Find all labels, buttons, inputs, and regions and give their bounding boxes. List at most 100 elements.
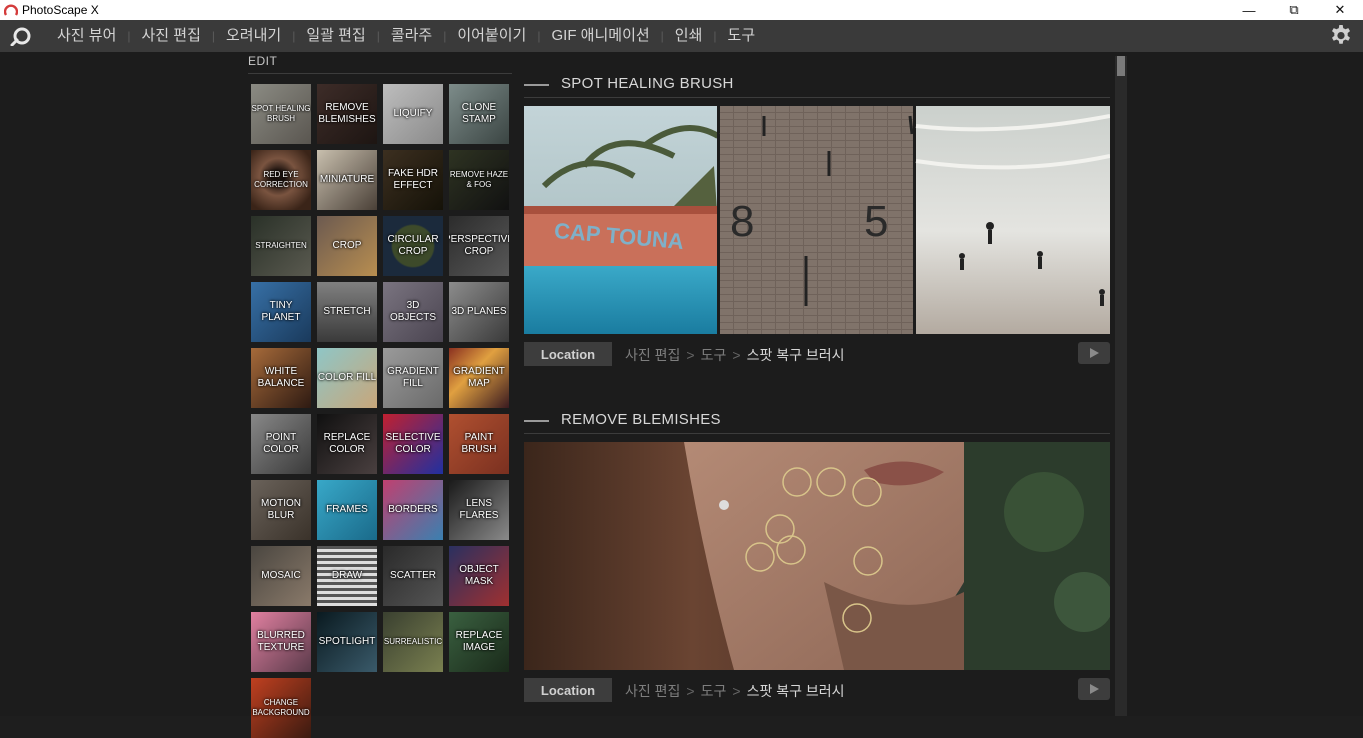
menu-item[interactable]: 오려내기: [215, 20, 292, 52]
tool-label: WHITE BALANCE: [257, 366, 305, 389]
menu-bar: 사진 뷰어 | 사진 편집 | 오려내기 | 일괄 편집 | 콜라주 | 이어붙이기 | GIF 애니메…: [0, 20, 1363, 52]
tool-motion-blur[interactable]: MOTION BLUR: [251, 480, 311, 540]
wall-number-5: 5: [864, 197, 888, 246]
tool-gradient-map[interactable]: GRADIENT MAP: [449, 348, 509, 408]
tool-borders[interactable]: BORDERS: [383, 480, 443, 540]
tool-label: TINY PLANET: [261, 300, 301, 323]
tool-label: STRAIGHTEN: [255, 241, 307, 250]
tool-perspective-crop[interactable]: PERSPECTIVE CROP: [449, 216, 509, 276]
tool-replace-image[interactable]: REPLACE IMAGE: [449, 612, 509, 672]
wall-number-8: 8: [730, 197, 754, 246]
tool-miniature[interactable]: MINIATURE: [317, 150, 377, 210]
gear-icon[interactable]: [1329, 24, 1353, 48]
minimize-button[interactable]: —: [1226, 0, 1272, 20]
content-area: EDIT SPOT HEALING BRUSH REMOVE BLEMISHES L…: [0, 52, 1363, 738]
tool-blurred-texture[interactable]: BLURRED TEXTURE: [251, 612, 311, 672]
tool-draw[interactable]: DRAW: [317, 546, 377, 606]
section-header: SPOT HEALING BRUSH: [524, 72, 1110, 98]
tool-spotlight[interactable]: SPOTLIGHT: [317, 612, 377, 672]
tool-remove-haze-fog[interactable]: REMOVE HAZE & FOG: [449, 150, 509, 210]
tool-3d-objects[interactable]: 3D OBJECTS: [383, 282, 443, 342]
edit-label: EDIT: [248, 54, 278, 68]
menu-item[interactable]: 인쇄: [664, 20, 714, 52]
breadcrumb: 사진 편집 > 도구 > 스팟 복구 브러시: [625, 345, 845, 365]
breadcrumb-current: 스팟 복구 브러시: [746, 347, 845, 363]
tool-straighten[interactable]: STRAIGHTEN: [251, 216, 311, 276]
tool-label: CLONE STAMP: [461, 102, 497, 125]
tool-selective-color[interactable]: SELECTIVE COLOR: [383, 414, 443, 474]
maximize-button[interactable]: ⧉: [1271, 0, 1317, 20]
location-row: Location 사진 편집 > 도구 > 스팟 복구 브러시: [524, 342, 1110, 366]
location-row: Location 사진 편집 > 도구 > 스팟 복구 브러시: [524, 678, 1110, 702]
tool-remove-blemishes[interactable]: REMOVE BLEMISHES: [317, 84, 377, 144]
breadcrumb-item: 사진 편집: [625, 683, 681, 699]
tool-object-mask[interactable]: OBJECT MASK: [449, 546, 509, 606]
tool-color-fill[interactable]: COLOR FILL: [317, 348, 377, 408]
section-header: REMOVE BLEMISHES: [524, 408, 1110, 434]
tool-liquify[interactable]: LIQUIFY: [383, 84, 443, 144]
menu-item[interactable]: 일괄 편집: [295, 20, 376, 52]
tool-label: REMOVE HAZE & FOG: [449, 170, 509, 189]
tool-label: MOTION BLUR: [261, 498, 301, 521]
tool-label: GRADIENT FILL: [387, 366, 439, 389]
tool-label: COLOR FILL: [317, 372, 377, 383]
tool-lens-flares[interactable]: LENS FLARES: [449, 480, 509, 540]
menu-item[interactable]: GIF 애니메이션: [541, 20, 661, 52]
tool-label: 3D OBJECTS: [389, 300, 437, 323]
window-title: PhotoScape X: [22, 3, 99, 17]
tool-label: CROP: [332, 240, 362, 251]
tool-label: RED EYE CORRECTION: [254, 170, 308, 189]
tool-change-background[interactable]: CHANGE BACKGROUND: [251, 678, 311, 738]
tool-label: 3D PLANES: [451, 306, 507, 317]
breadcrumb-item: 사진 편집: [625, 347, 681, 363]
tool-label: BORDERS: [388, 504, 438, 515]
tool-tiny-planet[interactable]: TINY PLANET: [251, 282, 311, 342]
tool-mosaic[interactable]: MOSAIC: [251, 546, 311, 606]
tool-fake-hdr-effect[interactable]: FAKE HDR EFFECT: [383, 150, 443, 210]
tool-label: CIRCULAR CROP: [387, 234, 439, 257]
tool-frames[interactable]: FRAMES: [317, 480, 377, 540]
chevron-right-icon: >: [686, 347, 695, 363]
scrollbar[interactable]: [1115, 56, 1127, 716]
tool-label: MOSAIC: [261, 570, 301, 581]
tool-label: LIQUIFY: [393, 108, 433, 119]
close-button[interactable]: ✕: [1317, 0, 1363, 20]
menu-item[interactable]: 콜라주: [380, 20, 443, 52]
tool-red-eye-correction[interactable]: RED EYE CORRECTION: [251, 150, 311, 210]
tool-replace-color[interactable]: REPLACE COLOR: [317, 414, 377, 474]
menu-item[interactable]: 이어붙이기: [446, 20, 537, 52]
tool-paint-brush[interactable]: PAINT BRUSH: [449, 414, 509, 474]
tool-label: DRAW: [331, 570, 363, 581]
tool-surrealistic[interactable]: SURREALISTIC: [383, 612, 443, 672]
tool-circular-crop[interactable]: CIRCULAR CROP: [383, 216, 443, 276]
scrollbar-thumb[interactable]: [1117, 56, 1125, 76]
tool-label: FAKE HDR EFFECT: [387, 168, 438, 191]
tool-clone-stamp[interactable]: CLONE STAMP: [449, 84, 509, 144]
main-menu: 사진 뷰어 | 사진 편집 | 오려내기 | 일괄 편집 | 콜라주 | 이어붙이기 | GIF 애니메…: [46, 20, 766, 52]
tool-point-color[interactable]: POINT COLOR: [251, 414, 311, 474]
location-button[interactable]: Location: [524, 678, 612, 702]
play-button[interactable]: [1078, 342, 1110, 364]
tool-scatter[interactable]: SCATTER: [383, 546, 443, 606]
breadcrumb-current: 스팟 복구 브러시: [746, 683, 845, 699]
play-button[interactable]: [1078, 678, 1110, 700]
edit-panel: EDIT SPOT HEALING BRUSH REMOVE BLEMISHES L…: [248, 52, 512, 738]
menu-item[interactable]: 도구: [717, 20, 767, 52]
tool-label: SCATTER: [390, 570, 436, 581]
tool-crop[interactable]: CROP: [317, 216, 377, 276]
app-icon: [4, 4, 18, 16]
tool-3d-planes[interactable]: 3D PLANES: [449, 282, 509, 342]
photoscape-logo-icon[interactable]: [10, 26, 32, 46]
tool-label: SPOT HEALING BRUSH: [251, 104, 311, 123]
tool-label: STRETCH: [323, 306, 371, 317]
minimize-icon: —: [1242, 2, 1256, 18]
menu-item[interactable]: 사진 뷰어: [46, 20, 127, 52]
play-icon: [1090, 684, 1099, 694]
tool-white-balance[interactable]: WHITE BALANCE: [251, 348, 311, 408]
location-button[interactable]: Location: [524, 342, 612, 366]
tool-spot-healing-brush[interactable]: SPOT HEALING BRUSH: [251, 84, 311, 144]
tool-label: LENS FLARES: [459, 498, 499, 521]
menu-item[interactable]: 사진 편집: [131, 20, 212, 52]
tool-gradient-fill[interactable]: GRADIENT FILL: [383, 348, 443, 408]
tool-stretch[interactable]: STRETCH: [317, 282, 377, 342]
